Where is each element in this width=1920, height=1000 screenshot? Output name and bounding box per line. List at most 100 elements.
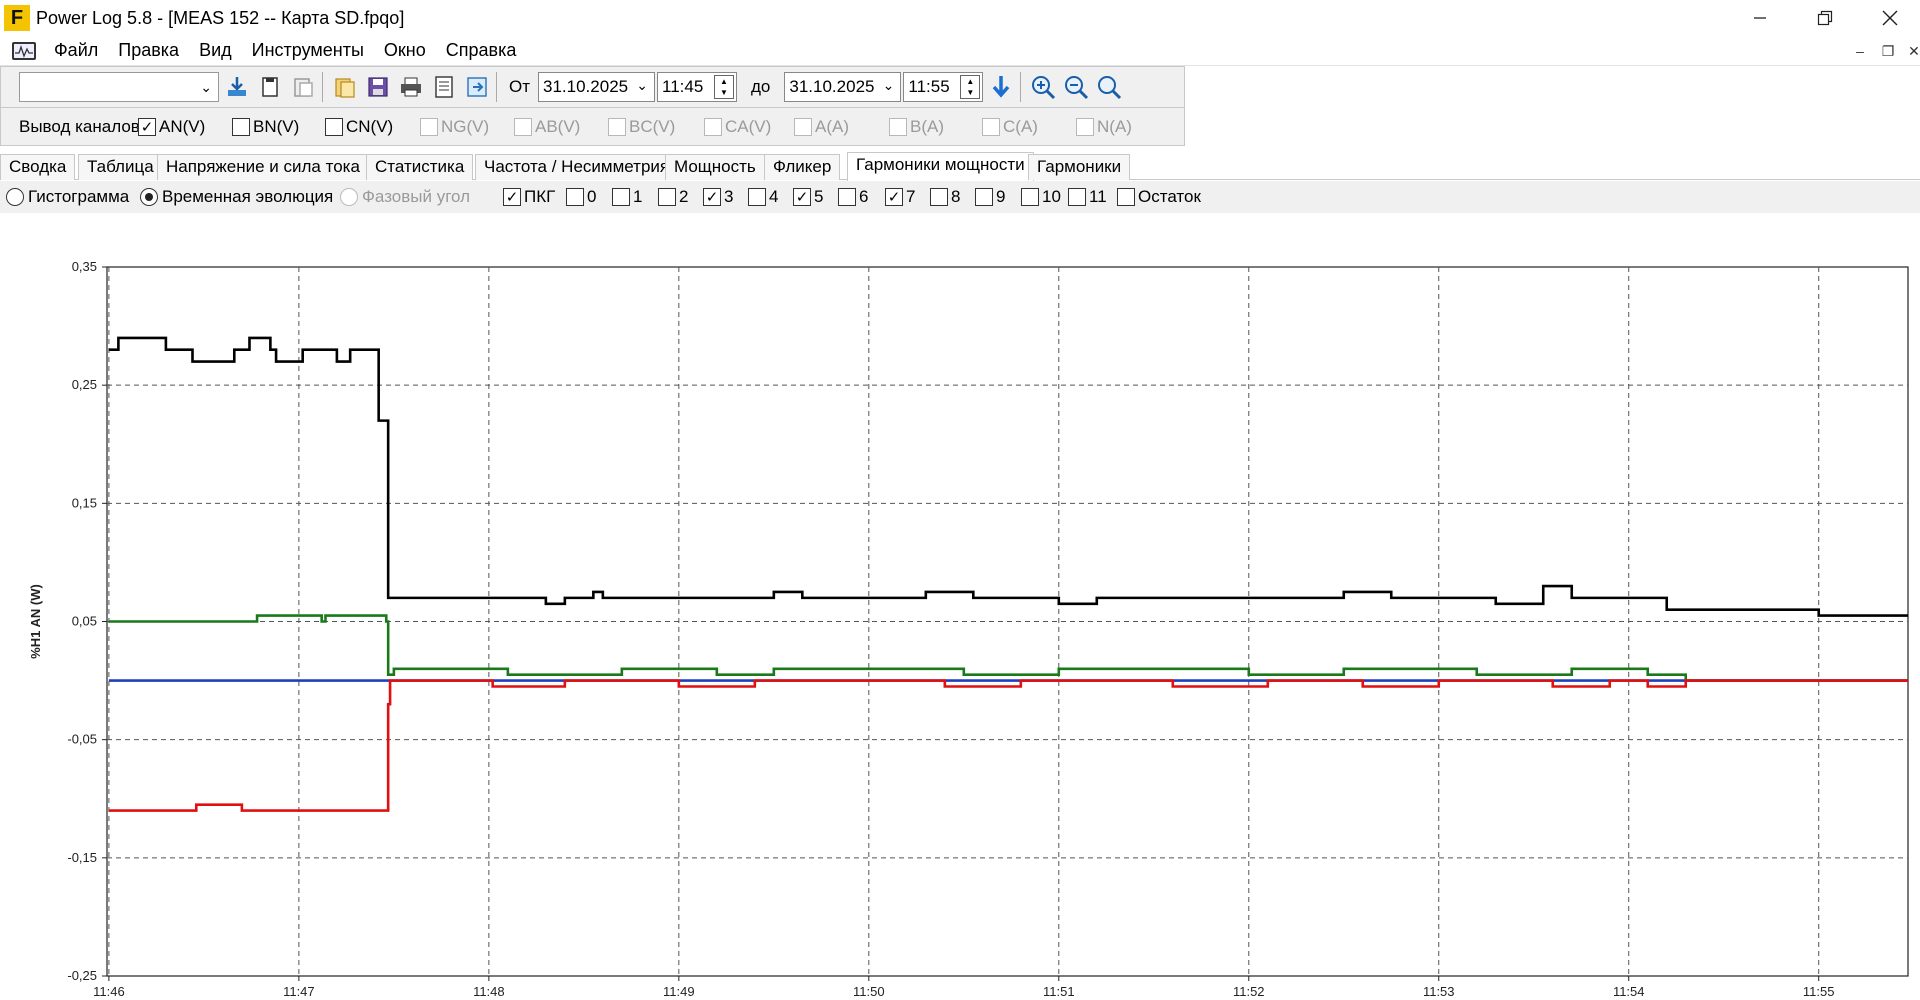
export-icon xyxy=(467,77,487,97)
harmonic-checkbox[interactable]: 9 xyxy=(975,187,1005,207)
checkbox-box xyxy=(1117,188,1135,206)
spin-up-icon[interactable]: ▲ xyxy=(966,77,974,86)
y-tick-label: -0,05 xyxy=(67,732,97,747)
minimize-button[interactable] xyxy=(1730,0,1790,36)
checkbox-box xyxy=(1021,188,1039,206)
spin-down-icon[interactable]: ▼ xyxy=(720,88,728,97)
tab-8[interactable]: Гармоники xyxy=(1028,154,1131,180)
channel-label: N(A) xyxy=(1097,117,1132,136)
paste-button[interactable] xyxy=(288,72,318,102)
view-mode-radio[interactable]: Временная эволюция xyxy=(140,187,333,207)
menu-tools[interactable]: Инструменты xyxy=(242,40,374,61)
harmonic-checkbox[interactable]: ✓ 3 xyxy=(703,187,733,207)
harmonic-checkbox[interactable]: ✓ 5 xyxy=(793,187,823,207)
harmonic-checkbox[interactable]: 0 xyxy=(566,187,596,207)
tab-0[interactable]: Сводка xyxy=(0,154,76,180)
window-title: Power Log 5.8 - [MEAS 152 -- Карта SD.fp… xyxy=(36,7,405,28)
restore-icon xyxy=(1817,10,1833,26)
open-button[interactable] xyxy=(330,72,360,102)
channels-label: Вывод каналов xyxy=(19,117,140,136)
channel-checkbox[interactable]: CN(V) xyxy=(325,117,393,137)
x-tick-label: 11:47 xyxy=(283,984,315,999)
copy-button[interactable] xyxy=(255,72,285,102)
channel-checkbox[interactable]: BN(V) xyxy=(232,117,299,137)
y-tick-label: -0,25 xyxy=(67,968,97,983)
channel-checkbox[interactable]: ✓ AN(V) xyxy=(138,117,205,137)
harmonic-label: 11 xyxy=(1089,187,1107,206)
from-date-picker[interactable]: 31.10.2025 ⌄ xyxy=(538,72,656,102)
tab-1[interactable]: Таблица xyxy=(78,154,163,180)
harmonic-checkbox[interactable]: ✓ ПКГ xyxy=(503,187,555,207)
close-button[interactable] xyxy=(1860,0,1920,36)
from-time-spinner[interactable]: ▲ ▼ xyxy=(714,75,735,99)
harmonic-checkbox[interactable]: 8 xyxy=(930,187,960,207)
zoom-fit-button[interactable] xyxy=(1094,72,1124,102)
channel-checkbox: N(A) xyxy=(1076,117,1132,137)
channel-checkbox: B(A) xyxy=(889,117,944,137)
to-time-field[interactable]: 11:55 ▲ ▼ xyxy=(903,72,984,102)
to-date-picker[interactable]: 31.10.2025 ⌄ xyxy=(784,72,902,102)
x-tick-label: 11:49 xyxy=(663,984,695,999)
harmonic-checkbox[interactable]: ✓ 7 xyxy=(885,187,915,207)
mdi-minimize-button[interactable]: – xyxy=(1848,40,1872,62)
harmonic-checkbox[interactable]: 2 xyxy=(658,187,688,207)
spin-down-icon[interactable]: ▼ xyxy=(966,88,974,97)
harmonic-checkbox[interactable]: 10 xyxy=(1021,187,1061,207)
menu-bar: Файл Правка Вид Инструменты Окно Справка xyxy=(0,36,1920,66)
view-mode-radio[interactable]: Гистограмма xyxy=(6,187,129,207)
tab-7[interactable]: Гармоники мощности xyxy=(847,152,1034,181)
spin-up-icon[interactable]: ▲ xyxy=(720,77,728,86)
channel-label: NG(V) xyxy=(441,117,490,136)
harmonic-label: 2 xyxy=(679,187,689,206)
tab-5[interactable]: Мощность xyxy=(665,154,765,180)
menu-file[interactable]: Файл xyxy=(44,40,108,61)
menu-help[interactable]: Справка xyxy=(436,40,527,61)
channel-label: A(A) xyxy=(815,117,849,136)
mdi-close-button[interactable]: ✕ xyxy=(1902,40,1920,62)
checkbox-box xyxy=(982,118,1000,136)
apply-range-button[interactable] xyxy=(986,72,1016,102)
print-button[interactable] xyxy=(396,72,426,102)
tab-2[interactable]: Напряжение и сила тока xyxy=(157,154,369,180)
open-folder-icon xyxy=(335,78,355,98)
channel-label: AN(V) xyxy=(159,117,206,136)
checkbox-box xyxy=(566,188,584,206)
harmonic-checkbox[interactable]: Остаток xyxy=(1117,187,1201,207)
print-preview-button[interactable] xyxy=(429,72,459,102)
menu-window[interactable]: Окно xyxy=(374,40,436,61)
harmonic-checkbox[interactable]: 4 xyxy=(748,187,778,207)
checkbox-box xyxy=(748,188,766,206)
menu-view[interactable]: Вид xyxy=(189,40,242,61)
document-icon[interactable] xyxy=(12,41,36,60)
channel-label: C(A) xyxy=(1003,117,1038,136)
zoom-out-button[interactable] xyxy=(1061,72,1091,102)
view-mode-label: Временная эволюция xyxy=(162,187,334,206)
to-label: до xyxy=(751,77,771,96)
mdi-restore-button[interactable]: ❐ xyxy=(1876,40,1900,62)
restore-button[interactable] xyxy=(1795,0,1855,36)
export-button[interactable] xyxy=(462,72,492,102)
tab-3[interactable]: Статистика xyxy=(366,154,474,180)
zoom-in-button[interactable] xyxy=(1028,72,1058,102)
harmonic-checkbox[interactable]: 1 xyxy=(612,187,642,207)
channel-label: CA(V) xyxy=(725,117,772,136)
download-button[interactable] xyxy=(222,72,252,102)
harmonic-power-chart[interactable]: 0,35 0,25 0,15 0,05 -0,05 -0,15 -0,2511:46 11:4… xyxy=(0,213,1920,1000)
harmonic-checkbox[interactable]: 6 xyxy=(838,187,868,207)
tab-4[interactable]: Частота / Несимметрия xyxy=(475,154,679,180)
tab-6[interactable]: Фликер xyxy=(764,154,841,180)
app-logo: F xyxy=(4,5,30,31)
from-time-field[interactable]: 11:45 ▲ ▼ xyxy=(657,72,738,102)
checkbox-box xyxy=(930,188,948,206)
save-button[interactable] xyxy=(363,72,393,102)
menu-edit[interactable]: Правка xyxy=(108,40,189,61)
preset-combo[interactable]: ⌄ xyxy=(19,72,219,102)
checkbox-box xyxy=(612,188,630,206)
to-time-spinner[interactable]: ▲ ▼ xyxy=(960,75,981,99)
minimize-icon xyxy=(1754,17,1766,19)
channel-checkbox: BC(V) xyxy=(608,117,675,137)
view-mode-label: Фазовый угол xyxy=(362,187,471,206)
radio-circle xyxy=(340,188,358,206)
harmonic-checkbox[interactable]: 11 xyxy=(1068,187,1107,207)
x-tick-label: 11:53 xyxy=(1423,984,1455,999)
